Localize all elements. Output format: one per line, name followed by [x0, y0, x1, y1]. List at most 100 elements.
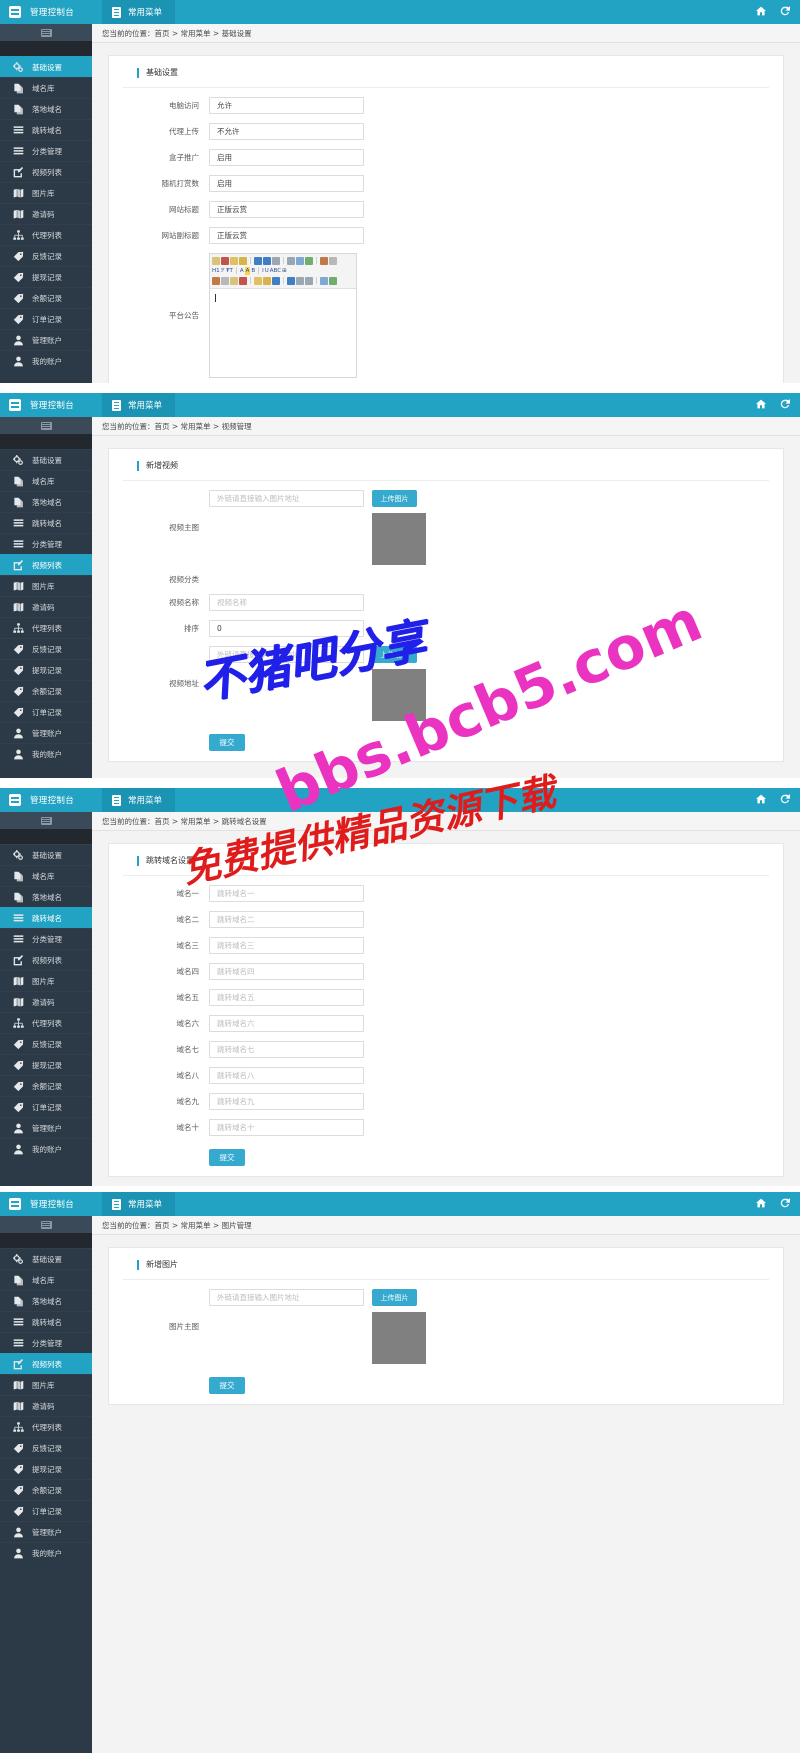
editor-tool-button[interactable]: [221, 256, 229, 265]
input-图片主图[interactable]: 外链请直接输入图片地址: [209, 1289, 364, 1306]
editor-btn-h1[interactable]: H1: [212, 267, 220, 275]
sidebar-item-9[interactable]: 反馈记录: [0, 1437, 92, 1458]
sidebar-item-9[interactable]: 反馈记录: [0, 245, 92, 266]
editor-tool-button[interactable]: [305, 256, 313, 265]
sidebar-item-13[interactable]: 管理账户: [0, 329, 92, 350]
tab-common-menu[interactable]: 常用菜单: [102, 1192, 176, 1216]
sidebar-item-4[interactable]: 分类管理: [0, 140, 92, 161]
sidebar-item-3[interactable]: 跳转域名: [0, 512, 92, 533]
sidebar-item-13[interactable]: 管理账户: [0, 722, 92, 743]
sidebar-item-8[interactable]: 代理列表: [0, 617, 92, 638]
sidebar-item-0[interactable]: 基础设置: [0, 844, 92, 865]
select-代理上传[interactable]: 不允许: [209, 123, 364, 140]
sidebar-item-7[interactable]: 邀请码: [0, 203, 92, 224]
sidebar-item-11[interactable]: 余额记录: [0, 1479, 92, 1500]
sidebar-item-2[interactable]: 落地域名: [0, 491, 92, 512]
sidebar-item-0[interactable]: 基础设置: [0, 56, 92, 77]
sidebar-item-12[interactable]: 订单记录: [0, 1096, 92, 1117]
sidebar-item-1[interactable]: 域名库: [0, 470, 92, 491]
submit-button[interactable]: 提交: [209, 1149, 245, 1166]
sidebar-item-11[interactable]: 余额记录: [0, 287, 92, 308]
editor-tool-button[interactable]: [296, 256, 304, 265]
input-域名九[interactable]: 跳转域名九: [209, 1093, 364, 1110]
sidebar-item-5[interactable]: 视频列表: [0, 554, 92, 575]
brand-area[interactable]: 管理控制台: [0, 788, 102, 812]
sidebar-item-14[interactable]: 我的账户: [0, 1138, 92, 1159]
input-域名四[interactable]: 跳转域名四: [209, 963, 364, 980]
sidebar-item-10[interactable]: 提现记录: [0, 266, 92, 287]
rich-text-editor[interactable]: H1 ℱ ₮T A A B I U ABC ⊞: [209, 253, 357, 378]
input-域名八[interactable]: 跳转域名八: [209, 1067, 364, 1084]
sidebar-item-3[interactable]: 跳转域名: [0, 119, 92, 140]
sidebar-item-7[interactable]: 邀请码: [0, 1395, 92, 1416]
editor-tool-button[interactable]: [329, 276, 337, 285]
sidebar-item-10[interactable]: 提现记录: [0, 1054, 92, 1075]
editor-tool-button[interactable]: [320, 256, 328, 265]
upload-button[interactable]: 上传视频: [372, 646, 417, 663]
input-视频地址[interactable]: 外链请直接输入视频地址: [209, 646, 364, 663]
sidebar-item-14[interactable]: 我的账户: [0, 1542, 92, 1563]
input-网站标题[interactable]: 正版云赏: [209, 201, 364, 218]
brand-area[interactable]: 管理控制台: [0, 393, 102, 417]
refresh-icon[interactable]: [780, 5, 790, 19]
submit-button[interactable]: 提交: [209, 734, 245, 751]
submit-button[interactable]: 提交: [209, 1377, 245, 1394]
sidebar-item-3[interactable]: 跳转域名: [0, 1311, 92, 1332]
sidebar-item-8[interactable]: 代理列表: [0, 1416, 92, 1437]
input-域名五[interactable]: 跳转域名五: [209, 989, 364, 1006]
sidebar-toggle[interactable]: [0, 417, 92, 434]
sidebar-item-14[interactable]: 我的账户: [0, 743, 92, 764]
sidebar-item-9[interactable]: 反馈记录: [0, 638, 92, 659]
editor-btn-a[interactable]: A: [240, 267, 244, 275]
input-域名二[interactable]: 跳转域名二: [209, 911, 364, 928]
editor-tool-button[interactable]: [263, 276, 271, 285]
editor-btn-abc[interactable]: ABC: [270, 267, 281, 275]
editor-tool-button[interactable]: [287, 256, 295, 265]
home-icon[interactable]: [756, 6, 766, 19]
editor-tool-button[interactable]: [263, 256, 271, 265]
input-视频主图[interactable]: 外链请直接输入图片地址: [209, 490, 364, 507]
sidebar-toggle[interactable]: [0, 1216, 92, 1233]
input-域名一[interactable]: 跳转域名一: [209, 885, 364, 902]
refresh-icon[interactable]: [780, 1197, 790, 1211]
sidebar-item-0[interactable]: 基础设置: [0, 449, 92, 470]
brand-area[interactable]: 管理控制台: [0, 1192, 102, 1216]
tab-common-menu[interactable]: 常用菜单: [102, 788, 176, 812]
sidebar-item-13[interactable]: 管理账户: [0, 1521, 92, 1542]
upload-button[interactable]: 上传图片: [372, 490, 417, 507]
editor-btn-₮t[interactable]: ₮T: [226, 267, 233, 275]
editor-tool-button[interactable]: [221, 276, 229, 285]
editor-tool-button[interactable]: [329, 256, 337, 265]
sidebar-item-1[interactable]: 域名库: [0, 77, 92, 98]
editor-btn-u[interactable]: U: [265, 267, 269, 275]
sidebar-item-2[interactable]: 落地域名: [0, 98, 92, 119]
sidebar-item-3[interactable]: 跳转域名: [0, 907, 92, 928]
select-电脑访问[interactable]: 允许: [209, 97, 364, 114]
brand-area[interactable]: 管理控制台: [0, 0, 102, 24]
sidebar-item-4[interactable]: 分类管理: [0, 533, 92, 554]
editor-tool-button[interactable]: [212, 276, 220, 285]
editor-tool-button[interactable]: [239, 276, 247, 285]
input-域名六[interactable]: 跳转域名六: [209, 1015, 364, 1032]
sidebar-item-4[interactable]: 分类管理: [0, 1332, 92, 1353]
tab-common-menu[interactable]: 常用菜单: [102, 0, 176, 24]
sidebar-item-1[interactable]: 域名库: [0, 1269, 92, 1290]
editor-tool-button[interactable]: [305, 276, 313, 285]
sidebar-item-2[interactable]: 落地域名: [0, 1290, 92, 1311]
sidebar-item-13[interactable]: 管理账户: [0, 1117, 92, 1138]
sidebar-item-12[interactable]: 订单记录: [0, 701, 92, 722]
sidebar-item-11[interactable]: 余额记录: [0, 1075, 92, 1096]
editor-tool-button[interactable]: [272, 256, 280, 265]
input-域名七[interactable]: 跳转域名七: [209, 1041, 364, 1058]
sidebar-item-6[interactable]: 图片库: [0, 182, 92, 203]
input-视频名称[interactable]: 视频名称: [209, 594, 364, 611]
editor-tool-button[interactable]: [230, 276, 238, 285]
sidebar-item-12[interactable]: 订单记录: [0, 308, 92, 329]
sidebar-item-6[interactable]: 图片库: [0, 970, 92, 991]
input-网站副标题[interactable]: 正版云赏: [209, 227, 364, 244]
sidebar-item-8[interactable]: 代理列表: [0, 1012, 92, 1033]
refresh-icon[interactable]: [780, 793, 790, 807]
sidebar-item-5[interactable]: 视频列表: [0, 949, 92, 970]
sidebar-item-9[interactable]: 反馈记录: [0, 1033, 92, 1054]
home-icon[interactable]: [756, 794, 766, 807]
